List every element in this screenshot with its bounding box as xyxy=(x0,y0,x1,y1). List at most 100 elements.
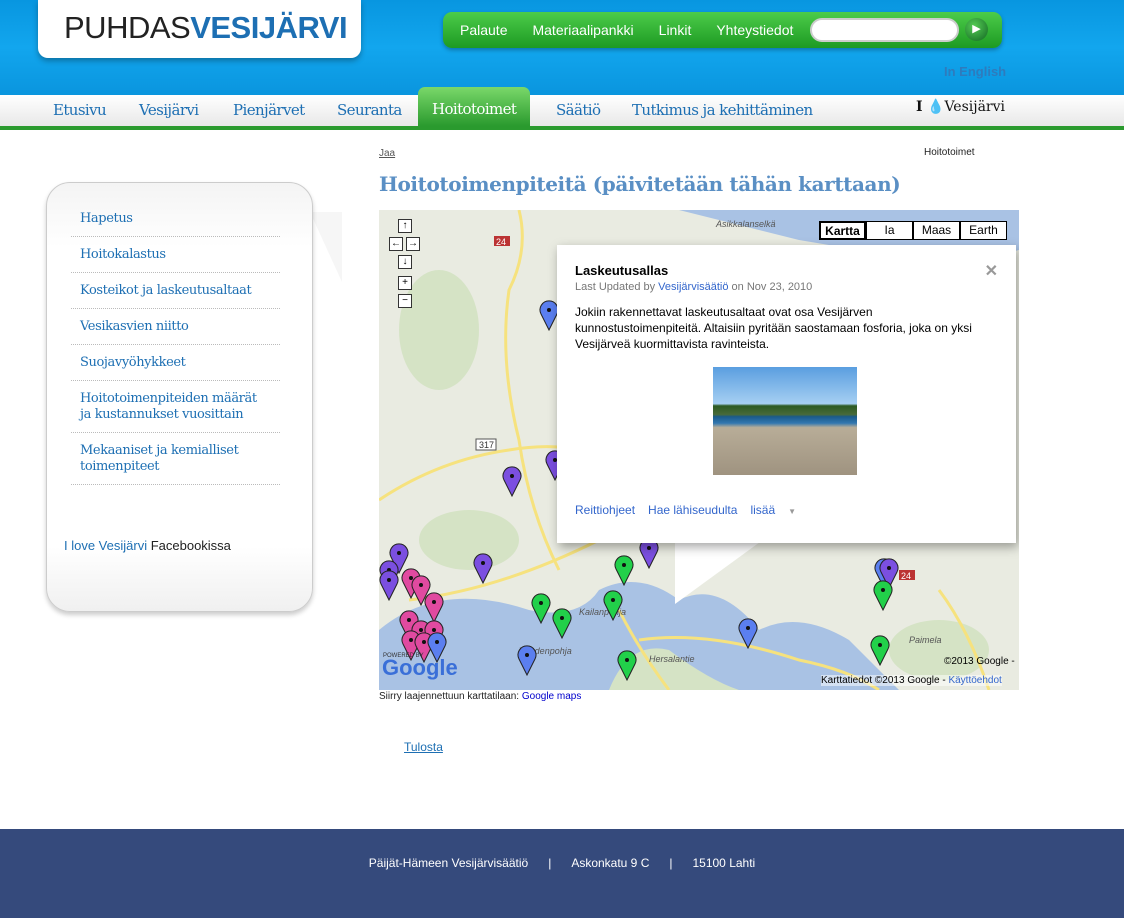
map-marker-purple[interactable] xyxy=(379,570,399,602)
site-logo[interactable]: PUHDASVESIJÄRVI xyxy=(38,0,361,58)
sidebar-item-maarat[interactable]: Hoitotoimenpiteiden määrät ja kustannuks… xyxy=(71,381,280,433)
sidebar-item-kosteikot[interactable]: Kosteikot ja laskeutusaltaat xyxy=(71,273,280,309)
marker-dot xyxy=(432,628,436,632)
water-drop-icon: 💧 xyxy=(927,99,945,115)
search-button[interactable]: ▶ xyxy=(965,18,988,41)
info-window: Laskeutusallas Last Updated by Vesijärvi… xyxy=(557,245,1016,543)
map-label: Asikkalanselkä xyxy=(715,219,776,229)
search-nearby-link[interactable]: Hae lähiseudulta xyxy=(648,503,737,517)
info-body: Jokiin rakennettavat laskeutusaltaat ova… xyxy=(575,305,972,351)
pan-left-button[interactable]: ← xyxy=(389,237,403,251)
map-type-control: Kartta Ia Maas Earth xyxy=(819,221,1007,240)
marker-dot xyxy=(407,618,411,622)
zoom-out-button[interactable]: − xyxy=(398,294,412,308)
nav-seuranta[interactable]: Seuranta xyxy=(337,101,402,119)
nav-hoitotoimet[interactable]: Hoitotoimet xyxy=(418,87,531,126)
pan-up-button[interactable]: ↑ xyxy=(398,219,412,233)
marker-dot xyxy=(746,626,750,630)
more-link[interactable]: lisää xyxy=(750,503,775,517)
road-number: 317 xyxy=(479,440,494,450)
road-number: 24 xyxy=(496,237,506,247)
pan-down-button[interactable]: ↓ xyxy=(398,255,412,269)
meta-prefix: Last Updated by xyxy=(575,281,659,293)
popup-tail xyxy=(675,542,760,604)
logo-text-bold: VESIJÄRVI xyxy=(190,10,348,45)
nav-saatio[interactable]: Säätiö xyxy=(556,101,601,119)
directions-link[interactable]: Reittiohjeet xyxy=(575,503,635,517)
sidebar-item-hapetus[interactable]: Hapetus xyxy=(71,201,280,237)
author-link[interactable]: Vesijärvisäätiö xyxy=(658,281,728,293)
nav-etusivu[interactable]: Etusivu xyxy=(53,101,107,119)
nav-tutkimus[interactable]: Tutkimus ja kehittäminen xyxy=(632,101,813,119)
map-marker-green[interactable] xyxy=(614,555,634,587)
footer-postal: 15100 Lahti xyxy=(692,856,756,870)
map-link-row: Siirry laajennettuun karttatilaan: Googl… xyxy=(379,691,581,702)
sidebar-item-suojavyohykkeet[interactable]: Suojavyöhykkeet xyxy=(71,345,280,381)
map-marker-green[interactable] xyxy=(873,580,893,612)
nav-vesijarvi[interactable]: Vesijärvi xyxy=(139,101,199,119)
in-english-link[interactable]: In English xyxy=(944,64,1006,79)
map-type-kartta[interactable]: Kartta xyxy=(819,221,866,240)
facebook-link[interactable]: I love Vesijärvi xyxy=(64,538,147,553)
map-type-maas[interactable]: Maas xyxy=(913,221,960,240)
marker-dot xyxy=(481,561,485,565)
marker-dot xyxy=(419,583,423,587)
info-links: Reittiohjeet Hae lähiseudulta lisää ▼ xyxy=(575,503,796,517)
footer-sep: | xyxy=(548,856,552,870)
marker-dot xyxy=(647,546,651,550)
marker-dot xyxy=(422,640,426,644)
sidebar-speech-tail xyxy=(310,212,342,282)
map-attribution: Karttatiedot ©2013 Google - Käyttöehdot xyxy=(821,675,1002,686)
marker-dot xyxy=(387,578,391,582)
map-marker-purple[interactable] xyxy=(502,466,522,498)
marker-dot xyxy=(878,643,882,647)
top-nav-linkit[interactable]: Linkit xyxy=(659,22,692,38)
map-marker-green[interactable] xyxy=(870,635,890,667)
page-title: Hoitotoimenpiteitä (päivitetään tähän ka… xyxy=(379,172,901,196)
close-icon[interactable]: ✕ xyxy=(985,261,998,281)
marker-dot xyxy=(625,658,629,662)
facebook-suffix: Facebookissa xyxy=(147,538,231,553)
google-maps-link[interactable]: Google maps xyxy=(522,691,581,702)
footer-address: Askonkatu 9 C xyxy=(571,856,650,870)
print-link[interactable]: Tulosta xyxy=(404,740,443,754)
marker-dot xyxy=(611,598,615,602)
i-love-vesijarvi-logo[interactable]: I 💧Vesijärvi xyxy=(916,99,1005,115)
marker-dot xyxy=(560,616,564,620)
marker-dot xyxy=(432,600,436,604)
map-marker-purple[interactable] xyxy=(473,553,493,585)
marker-dot xyxy=(409,638,413,642)
google-map[interactable]: Asikkalanselkä Kailanpohja Vahdenpohja Hers… xyxy=(379,210,1019,690)
terms-link[interactable]: Käyttöehdot xyxy=(948,675,1001,686)
share-link[interactable]: Jaa xyxy=(379,148,395,159)
marker-dot xyxy=(622,563,626,567)
map-marker-purple[interactable] xyxy=(639,538,659,570)
map-label: Hersalantie xyxy=(649,654,695,664)
top-nav-materiaalipankki[interactable]: Materiaalipankki xyxy=(532,22,633,38)
footer: Päijät-Hämeen Vesijärvisäätiö | Askonkatu … xyxy=(0,829,1124,918)
chevron-down-icon: ▼ xyxy=(788,507,797,516)
settling-pond-photo[interactable] xyxy=(713,367,857,475)
marker-dot xyxy=(419,628,423,632)
google-logo[interactable]: Google xyxy=(382,655,458,681)
top-nav: Palaute Materiaalipankki Linkit Yhteysti… xyxy=(443,12,1002,48)
sidebar-item-hoitokalastus[interactable]: Hoitokalastus xyxy=(71,237,280,273)
top-nav-palaute[interactable]: Palaute xyxy=(460,22,507,38)
nav-pienjarvet[interactable]: Pienjärvet xyxy=(233,101,305,119)
map-type-earth[interactable]: Earth xyxy=(960,221,1007,240)
marker-dot xyxy=(547,308,551,312)
map-copyright: ©2013 Google - xyxy=(944,656,1015,667)
header: PUHDASVESIJÄRVI Palaute Materiaalipankki… xyxy=(0,0,1124,95)
marker-dot xyxy=(435,640,439,644)
top-nav-yhteystiedot[interactable]: Yhteystiedot xyxy=(716,22,793,38)
sidebar-item-mekaaniset[interactable]: Mekaaniset ja kemialliset toimenpiteet xyxy=(71,433,280,485)
map-marker-blue[interactable] xyxy=(539,300,559,332)
map-type-ia[interactable]: Ia xyxy=(866,221,913,240)
info-title: Laskeutusallas xyxy=(575,263,669,278)
pan-right-button[interactable]: → xyxy=(406,237,420,251)
search-input[interactable] xyxy=(810,18,959,42)
meta-date: on Nov 23, 2010 xyxy=(728,281,813,293)
sidebar-item-niitto[interactable]: Vesikasvien niitto xyxy=(71,309,280,345)
zoom-in-button[interactable]: + xyxy=(398,276,412,290)
marker-dot xyxy=(525,653,529,657)
